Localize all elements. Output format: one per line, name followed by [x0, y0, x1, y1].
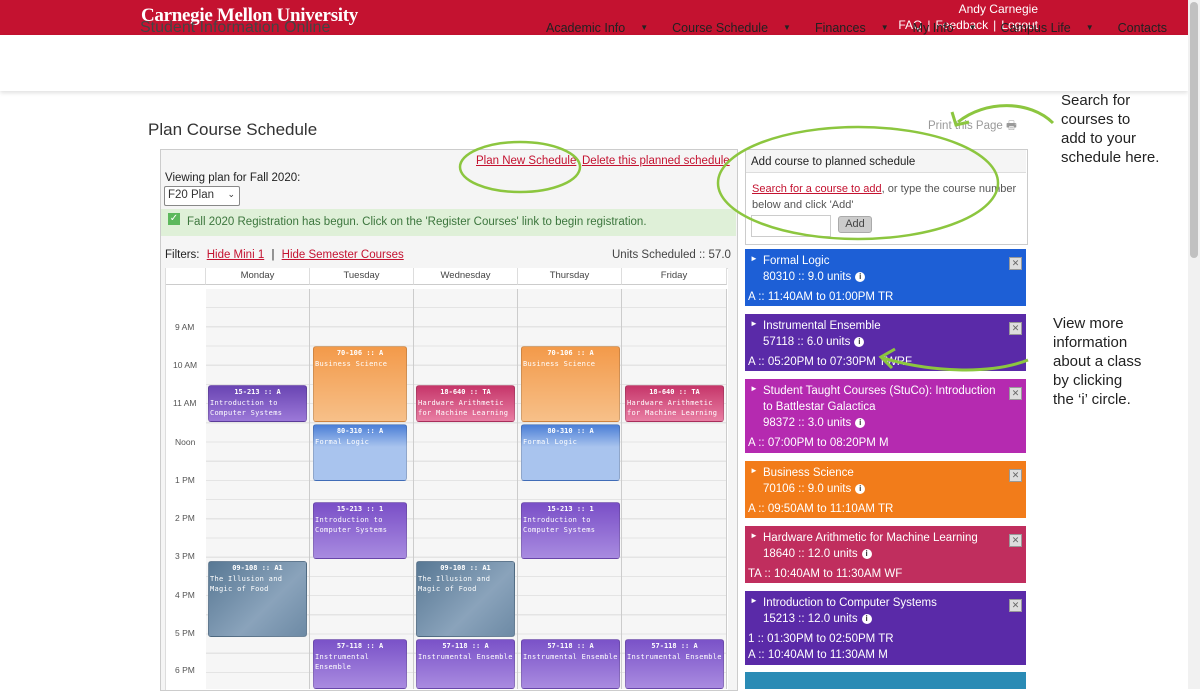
annotation-circle: [716, 125, 1000, 241]
annotation-info: View more information about a class by c…: [1053, 315, 1142, 408]
annotation-arrow: [882, 356, 1029, 372]
annotation-overlay: [458, 104, 1055, 372]
annotation-circle: [458, 140, 582, 194]
annotation-arrow: [957, 104, 1055, 125]
scrollbar-thumb[interactable]: [1190, 2, 1198, 258]
annotation-search: Search for courses to add to your schedu…: [1061, 92, 1160, 166]
